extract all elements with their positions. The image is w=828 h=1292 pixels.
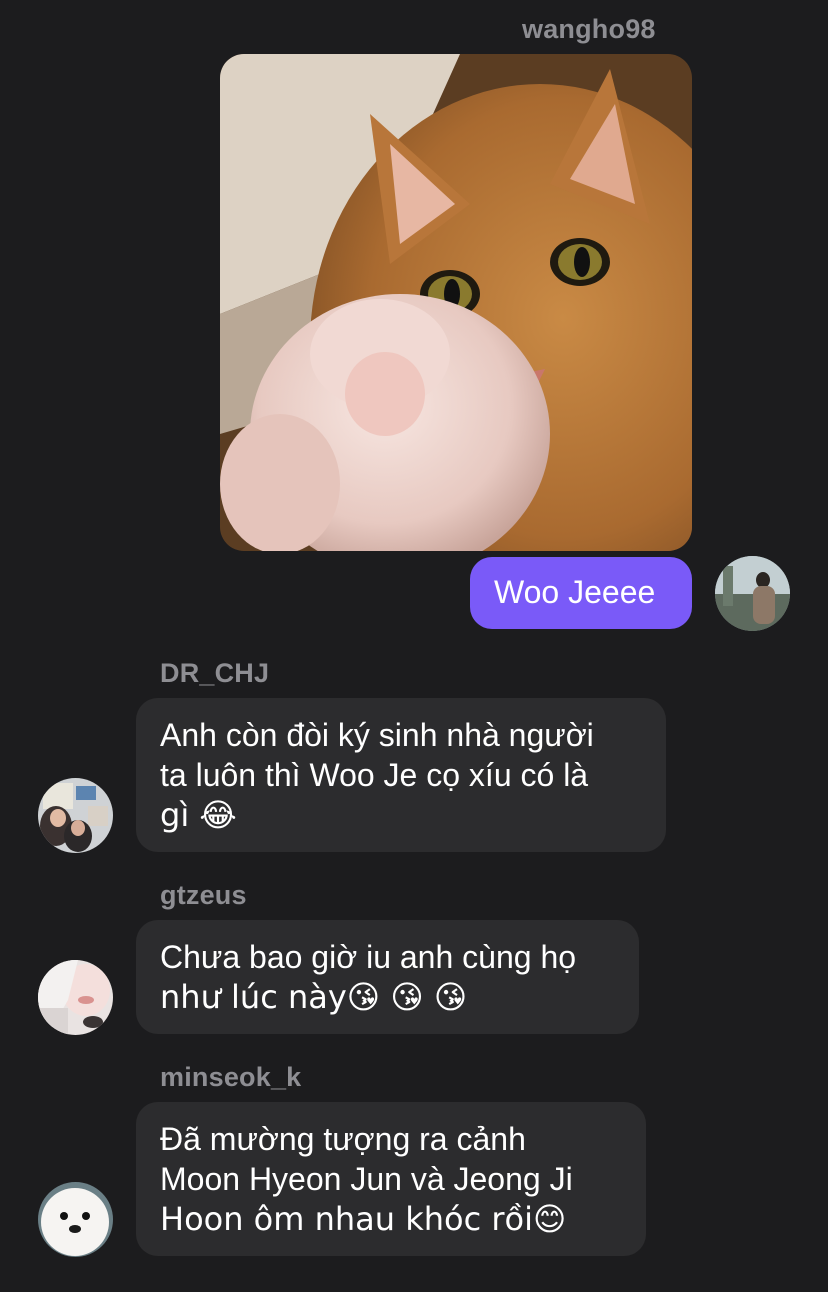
message-text-line: Hoon ôm nhau khóc rồi😊 [160,1200,567,1238]
message-bubble-incoming[interactable]: Đã mường tượng ra cảnh Moon Hyeon Jun và… [136,1102,646,1256]
message-text-line: gì 😂 [160,796,237,834]
man-standing-avatar[interactable] [715,556,790,631]
sender-name: minseok_k [160,1062,302,1092]
message-text-line: ta luôn thì Woo Je cọ xíu có là [160,757,589,793]
selfie-avatar[interactable] [38,960,113,1035]
message-text-line: Chưa bao giờ iu anh cùng họ [160,939,577,975]
message-text-line: Moon Hyeon Jun và Jeong Ji [160,1161,573,1197]
message-bubble-outgoing[interactable]: Woo Jeeee [470,557,692,629]
message-text-line: như lúc này😘 😘 😘 [160,978,468,1016]
white-dog-avatar[interactable] [38,1182,113,1257]
message-text-line: Đã mường tượng ra cảnh [160,1121,526,1157]
sender-name: wangho98 [522,14,656,44]
cat-pointing-photo[interactable] [220,54,692,551]
message-text-line: Anh còn đòi ký sinh nhà người [160,717,594,753]
message-text: Woo Jeeee [494,574,656,610]
message-bubble-incoming[interactable]: Anh còn đòi ký sinh nhà người ta luôn th… [136,698,666,852]
chat-thread: wangho98 Woo Jeeee DR_CHJ Anh còn đòi ký… [0,0,828,1292]
sender-name: gtzeus [160,880,247,910]
group-photo-avatar[interactable] [38,778,113,853]
message-bubble-incoming[interactable]: Chưa bao giờ iu anh cùng họ như lúc này😘… [136,920,639,1034]
sender-name: DR_CHJ [160,658,270,688]
